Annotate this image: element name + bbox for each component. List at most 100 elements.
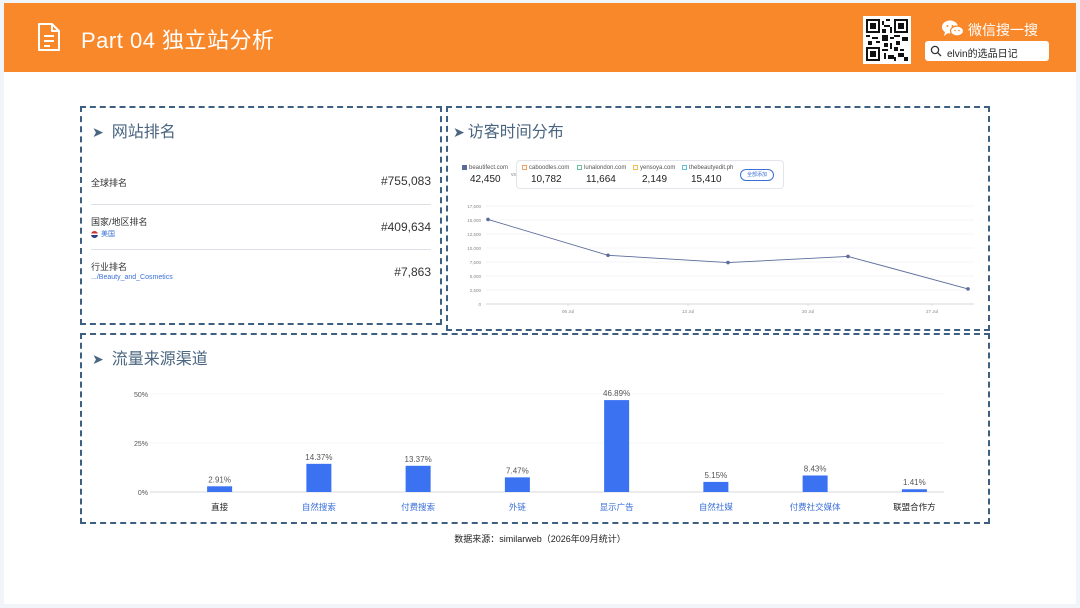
y-tick-label: 10,000 bbox=[467, 246, 481, 251]
x-tick-label: 06 Jul bbox=[562, 309, 574, 314]
search-text: elvin的选品日记 bbox=[947, 49, 1018, 60]
country-link[interactable]: 美国 bbox=[91, 229, 115, 239]
category-label: 直接 bbox=[211, 502, 229, 512]
y-tick-label: 7,500 bbox=[470, 260, 482, 265]
traffic-panel: ➤ 流量来源渠道 0% 25% 50% 2.91% 直接 14.37% 自然搜索 13.37% 付… bbox=[80, 333, 990, 524]
bar-value-label: 5.15% bbox=[705, 471, 728, 480]
legend-name: thebeautyedit.ph bbox=[689, 165, 734, 172]
legend-competitor[interactable]: yensoya.com bbox=[633, 165, 675, 171]
legend-value: 15,410 bbox=[691, 174, 722, 185]
data-point bbox=[726, 260, 730, 265]
legend-swatch bbox=[462, 165, 467, 170]
legend-main-site: beautifect.com bbox=[462, 165, 508, 171]
bar bbox=[504, 477, 530, 492]
us-flag-icon bbox=[91, 230, 98, 238]
bar-value-label: 7.47% bbox=[506, 466, 529, 475]
country-name: 美国 bbox=[101, 231, 115, 238]
x-tick-label: 27 Jul bbox=[926, 309, 938, 314]
bar bbox=[405, 465, 431, 492]
ranking-panel: ➤ 网站排名 全球排名 #755,083 国家/地区排名 美国 #409,634 … bbox=[80, 106, 442, 325]
legend-value: 2,149 bbox=[642, 174, 668, 185]
legend-name: beautifect.com bbox=[469, 165, 509, 172]
y-tick-label: 0 bbox=[478, 302, 481, 307]
rank-value: #7,863 bbox=[394, 265, 431, 279]
bar-value-label: 14.37% bbox=[305, 453, 332, 462]
qr-code-icon[interactable] bbox=[863, 16, 911, 64]
category-label: 付费搜索 bbox=[401, 502, 435, 512]
checkbox-icon bbox=[682, 165, 687, 170]
visits-panel: ➤ 访客时间分布 beautifect.com 42,450 vs. cabood… bbox=[446, 106, 990, 331]
bar-value-label: 2.91% bbox=[208, 475, 231, 484]
wechat-icon bbox=[942, 20, 965, 37]
bar-value-label: 13.37% bbox=[405, 455, 432, 464]
document-icon bbox=[38, 23, 60, 51]
wechat-search-box[interactable]: elvin的选品日记 bbox=[925, 41, 1049, 61]
legend-name: caboodles.com bbox=[529, 165, 570, 172]
rank-row-industry: 行业排名 .../Beauty_and_Cosmetics #7,863 bbox=[91, 258, 431, 284]
rank-label: 全球排名 bbox=[91, 178, 128, 188]
visits-line-chart: 0 2,500 5,000 7,500 10,000 12,500 15,000 17,500… bbox=[467, 204, 974, 314]
bar bbox=[901, 489, 927, 492]
y-tick-label: 50% bbox=[134, 392, 148, 399]
ranking-title: ➤ 网站排名 bbox=[92, 118, 176, 142]
legend-competitor[interactable]: lunalondon.com bbox=[577, 165, 626, 171]
category-label: 显示广告 bbox=[600, 502, 634, 512]
checkbox-icon bbox=[577, 165, 582, 170]
category-label: 自然搜索 bbox=[302, 502, 336, 512]
rank-label: 行业排名 bbox=[91, 262, 128, 272]
bar bbox=[802, 475, 828, 492]
ranking-title-text: 网站排名 bbox=[111, 124, 176, 141]
series-line bbox=[487, 219, 969, 290]
industry-link[interactable]: .../Beauty_and_Cosmetics bbox=[91, 274, 173, 281]
chevron-right-icon: ➤ bbox=[453, 124, 465, 140]
category-label: 外链 bbox=[509, 502, 527, 512]
visits-title: ➤ 访客时间分布 bbox=[453, 118, 564, 142]
bar bbox=[703, 481, 729, 492]
bar bbox=[207, 486, 233, 492]
y-tick-label: 2,500 bbox=[470, 288, 482, 293]
visits-title-text: 访客时间分布 bbox=[467, 124, 564, 141]
checkbox-icon bbox=[633, 165, 638, 170]
legend-value: 10,782 bbox=[531, 174, 562, 185]
y-tick-label: 12,500 bbox=[467, 232, 481, 237]
data-point bbox=[486, 217, 490, 222]
x-tick-label: 13 Jul bbox=[682, 309, 694, 314]
legend-competitor[interactable]: caboodles.com bbox=[522, 165, 569, 171]
bar bbox=[306, 463, 332, 492]
legend-name: lunalondon.com bbox=[584, 165, 627, 172]
bar-value-label: 1.41% bbox=[903, 478, 926, 487]
traffic-bar-chart: 0% 25% 50% 2.91% 直接 14.37% 自然搜索 13.37% 付费搜索 7.47%… bbox=[134, 389, 944, 512]
search-icon bbox=[930, 45, 942, 57]
source-note: 数据来源：similarweb（2026年09月统计） bbox=[454, 534, 626, 544]
slide: Part 04 独立站分析 微信搜一搜 elvin的选品日记 ➤ 网站排名 全球… bbox=[4, 3, 1076, 604]
wechat-search-label: 微信搜一搜 bbox=[968, 22, 1038, 38]
category-label: 自然社媒 bbox=[699, 502, 734, 512]
rank-value: #409,634 bbox=[380, 220, 431, 234]
y-tick-label: 5,000 bbox=[470, 274, 482, 279]
y-tick-label: 17,500 bbox=[467, 204, 481, 209]
bar-value-label: 46.89% bbox=[603, 389, 630, 398]
y-tick-label: 15,000 bbox=[467, 218, 481, 223]
legend-name: yensoya.com bbox=[640, 165, 676, 172]
legend-competitor[interactable]: thebeautyedit.ph bbox=[682, 165, 733, 171]
chevron-right-icon: ➤ bbox=[92, 124, 104, 140]
bar bbox=[604, 400, 630, 492]
data-point bbox=[606, 253, 610, 258]
y-tick-label: 0% bbox=[138, 490, 148, 497]
rank-value: #755,083 bbox=[380, 174, 431, 188]
data-point bbox=[846, 254, 850, 259]
legend-value: 11,664 bbox=[586, 174, 616, 185]
add-all-button[interactable]: 全部添加 bbox=[740, 169, 774, 181]
divider bbox=[91, 204, 431, 205]
legend-main-value: 42,450 bbox=[470, 174, 501, 185]
x-tick-label: 20 Jul bbox=[802, 309, 814, 314]
category-label: 联盟合作方 bbox=[893, 502, 936, 512]
data-point bbox=[966, 287, 970, 291]
header-bar: Part 04 独立站分析 微信搜一搜 elvin的选品日记 bbox=[4, 3, 1076, 72]
bar-value-label: 8.43% bbox=[804, 464, 827, 473]
page-title: Part 04 独立站分析 bbox=[81, 28, 275, 53]
divider bbox=[91, 249, 431, 250]
rank-row-global: 全球排名 #755,083 bbox=[91, 172, 431, 192]
checkbox-icon bbox=[522, 165, 527, 170]
category-label: 付费社交媒体 bbox=[790, 502, 842, 512]
